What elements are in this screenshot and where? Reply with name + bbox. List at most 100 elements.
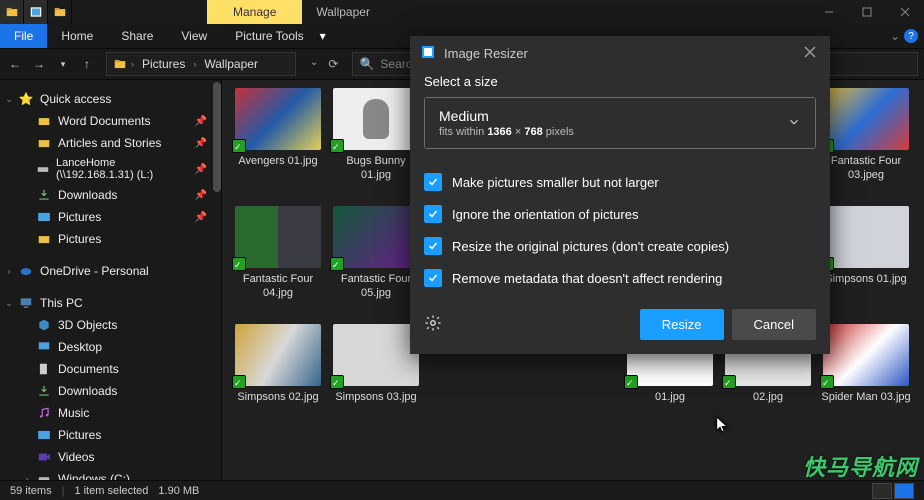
checkbox-checked-icon[interactable] [424, 205, 442, 223]
nav-pc-item[interactable]: ›Windows (C:) [0, 468, 221, 480]
pc-icon [18, 295, 34, 311]
option-label: Resize the original pictures (don't crea… [452, 239, 729, 254]
nav-quick-item[interactable]: LanceHome (\\192.168.1.31) (L:)📌 [0, 154, 221, 184]
option-remove-metadata[interactable]: Remove metadata that doesn't affect rend… [424, 269, 816, 287]
nav-label: Pictures [58, 210, 101, 224]
watermark: 快马导航网 [803, 450, 918, 482]
settings-button[interactable] [424, 314, 442, 335]
cube-icon [36, 317, 52, 333]
nav-pc-item[interactable]: Desktop [0, 336, 221, 358]
ribbon-file-tab[interactable]: File [0, 24, 47, 48]
nav-quick-access[interactable]: ⌄⭐Quick access [0, 88, 221, 110]
pictures-icon [36, 427, 52, 443]
nav-label: This PC [40, 296, 83, 310]
chevron-right-icon[interactable]: › [129, 59, 136, 69]
nav-label: 3D Objects [58, 318, 117, 332]
size-name: Medium [439, 108, 787, 124]
option-ignore-orientation[interactable]: Ignore the orientation of pictures [424, 205, 816, 223]
ribbon-collapse-icon[interactable]: ⌄ [890, 29, 900, 43]
checkbox-checked-icon[interactable] [424, 173, 442, 191]
close-window-button[interactable] [886, 0, 924, 24]
file-label: Avengers 01.jpg [238, 154, 317, 168]
address-dropdown-icon[interactable]: ⌄ [310, 57, 318, 71]
ribbon-context-tab[interactable]: Manage [207, 0, 302, 24]
back-button[interactable]: ← [6, 57, 24, 71]
view-thumbnails-button[interactable] [894, 483, 914, 499]
nav-label: Articles and Stories [58, 136, 161, 150]
file-label: Fantastic Four 04.jpg [232, 272, 324, 301]
pin-icon: 📌 [195, 190, 207, 201]
status-selection: 1 item selected [74, 485, 148, 497]
refresh-button[interactable]: ⟳ [328, 57, 338, 71]
onedrive-icon [18, 263, 34, 279]
pictures-icon [36, 209, 52, 225]
nav-pc-item[interactable]: Pictures [0, 424, 221, 446]
ribbon-tab-share[interactable]: Share [107, 24, 167, 48]
ribbon-tab-view[interactable]: View [167, 24, 221, 48]
maximize-button[interactable] [848, 0, 886, 24]
nav-pc-item[interactable]: 3D Objects [0, 314, 221, 336]
checkbox-checked-icon[interactable] [424, 237, 442, 255]
breadcrumb-pictures[interactable]: Pictures [136, 57, 191, 71]
download-icon [36, 187, 52, 203]
size-dropdown[interactable]: Medium fits within 1366 × 768 pixels [424, 97, 816, 149]
nav-quick-item[interactable]: Articles and Stories 📌 [0, 132, 221, 154]
file-item[interactable]: Spider Man 03.jpg [818, 324, 914, 440]
size-description: fits within 1366 × 768 pixels [439, 126, 787, 138]
file-item[interactable]: Simpsons 01.jpg [818, 206, 914, 322]
checkbox-checked-icon[interactable] [424, 269, 442, 287]
dialog-title: Image Resizer [444, 46, 528, 61]
nav-quick-item[interactable]: Word Documents📌 [0, 110, 221, 132]
ribbon-tab-dropdown-icon[interactable]: ▾ [318, 24, 328, 48]
download-icon [36, 383, 52, 399]
window-titlebar: Manage Wallpaper [0, 0, 924, 24]
file-item[interactable]: Fantastic Four 04.jpg [230, 206, 326, 322]
nav-this-pc[interactable]: ⌄This PC [0, 292, 221, 314]
recent-dropdown-icon[interactable]: ▾ [54, 59, 72, 70]
videos-icon [36, 449, 52, 465]
title-tab-folder2-icon[interactable] [48, 0, 72, 24]
nav-pc-item[interactable]: Music [0, 402, 221, 424]
view-details-button[interactable] [872, 483, 892, 499]
section-label: Select a size [424, 74, 816, 89]
title-tab-image-icon[interactable] [24, 0, 48, 24]
nav-pc-item[interactable]: Documents [0, 358, 221, 380]
nav-onedrive[interactable]: ›OneDrive - Personal [0, 260, 221, 282]
chevron-right-icon[interactable]: › [191, 59, 198, 69]
help-icon[interactable]: ? [904, 29, 918, 43]
file-item[interactable]: Simpsons 02.jpg [230, 324, 326, 440]
nav-pc-item[interactable]: Videos [0, 446, 221, 468]
dialog-app-icon [420, 44, 436, 63]
nav-pc-item[interactable]: Downloads [0, 380, 221, 402]
nav-label: Downloads [58, 384, 117, 398]
image-resizer-dialog: Image Resizer Select a size Medium fits … [410, 36, 830, 354]
nav-label: Music [58, 406, 89, 420]
chevron-down-icon [787, 115, 801, 132]
resize-button[interactable]: Resize [640, 309, 724, 340]
file-item[interactable]: Avengers 01.jpg [230, 88, 326, 204]
cancel-button[interactable]: Cancel [732, 309, 816, 340]
navigation-pane: ⌄⭐Quick access Word Documents📌 Articles … [0, 80, 222, 480]
nav-quick-item[interactable]: Pictures📌 [0, 206, 221, 228]
search-icon: 🔍 [359, 57, 374, 71]
up-button[interactable]: ↑ [78, 57, 96, 71]
address-bar[interactable]: › Pictures › Wallpaper [106, 52, 296, 76]
ribbon-tab-home[interactable]: Home [47, 24, 107, 48]
title-tab-folder-icon[interactable] [0, 0, 24, 24]
ribbon-tab-picture-tools[interactable]: Picture Tools [221, 24, 317, 48]
breadcrumb-wallpaper[interactable]: Wallpaper [198, 57, 264, 71]
nav-quick-item[interactable]: Downloads📌 [0, 184, 221, 206]
file-label: 01.jpg [655, 390, 685, 404]
file-item[interactable]: Fantastic Four 03.jpeg [818, 88, 914, 204]
option-smaller-not-larger[interactable]: Make pictures smaller but not larger [424, 173, 816, 191]
minimize-button[interactable] [810, 0, 848, 24]
option-resize-original[interactable]: Resize the original pictures (don't crea… [424, 237, 816, 255]
option-label: Remove metadata that doesn't affect rend… [452, 271, 722, 286]
file-label: Simpsons 03.jpg [335, 390, 416, 404]
close-dialog-button[interactable] [800, 42, 820, 65]
forward-button[interactable]: → [30, 57, 48, 71]
pin-icon: 📌 [195, 138, 207, 149]
documents-icon [36, 361, 52, 377]
drive-icon [36, 161, 50, 177]
nav-quick-item[interactable]: Pictures [0, 228, 221, 250]
